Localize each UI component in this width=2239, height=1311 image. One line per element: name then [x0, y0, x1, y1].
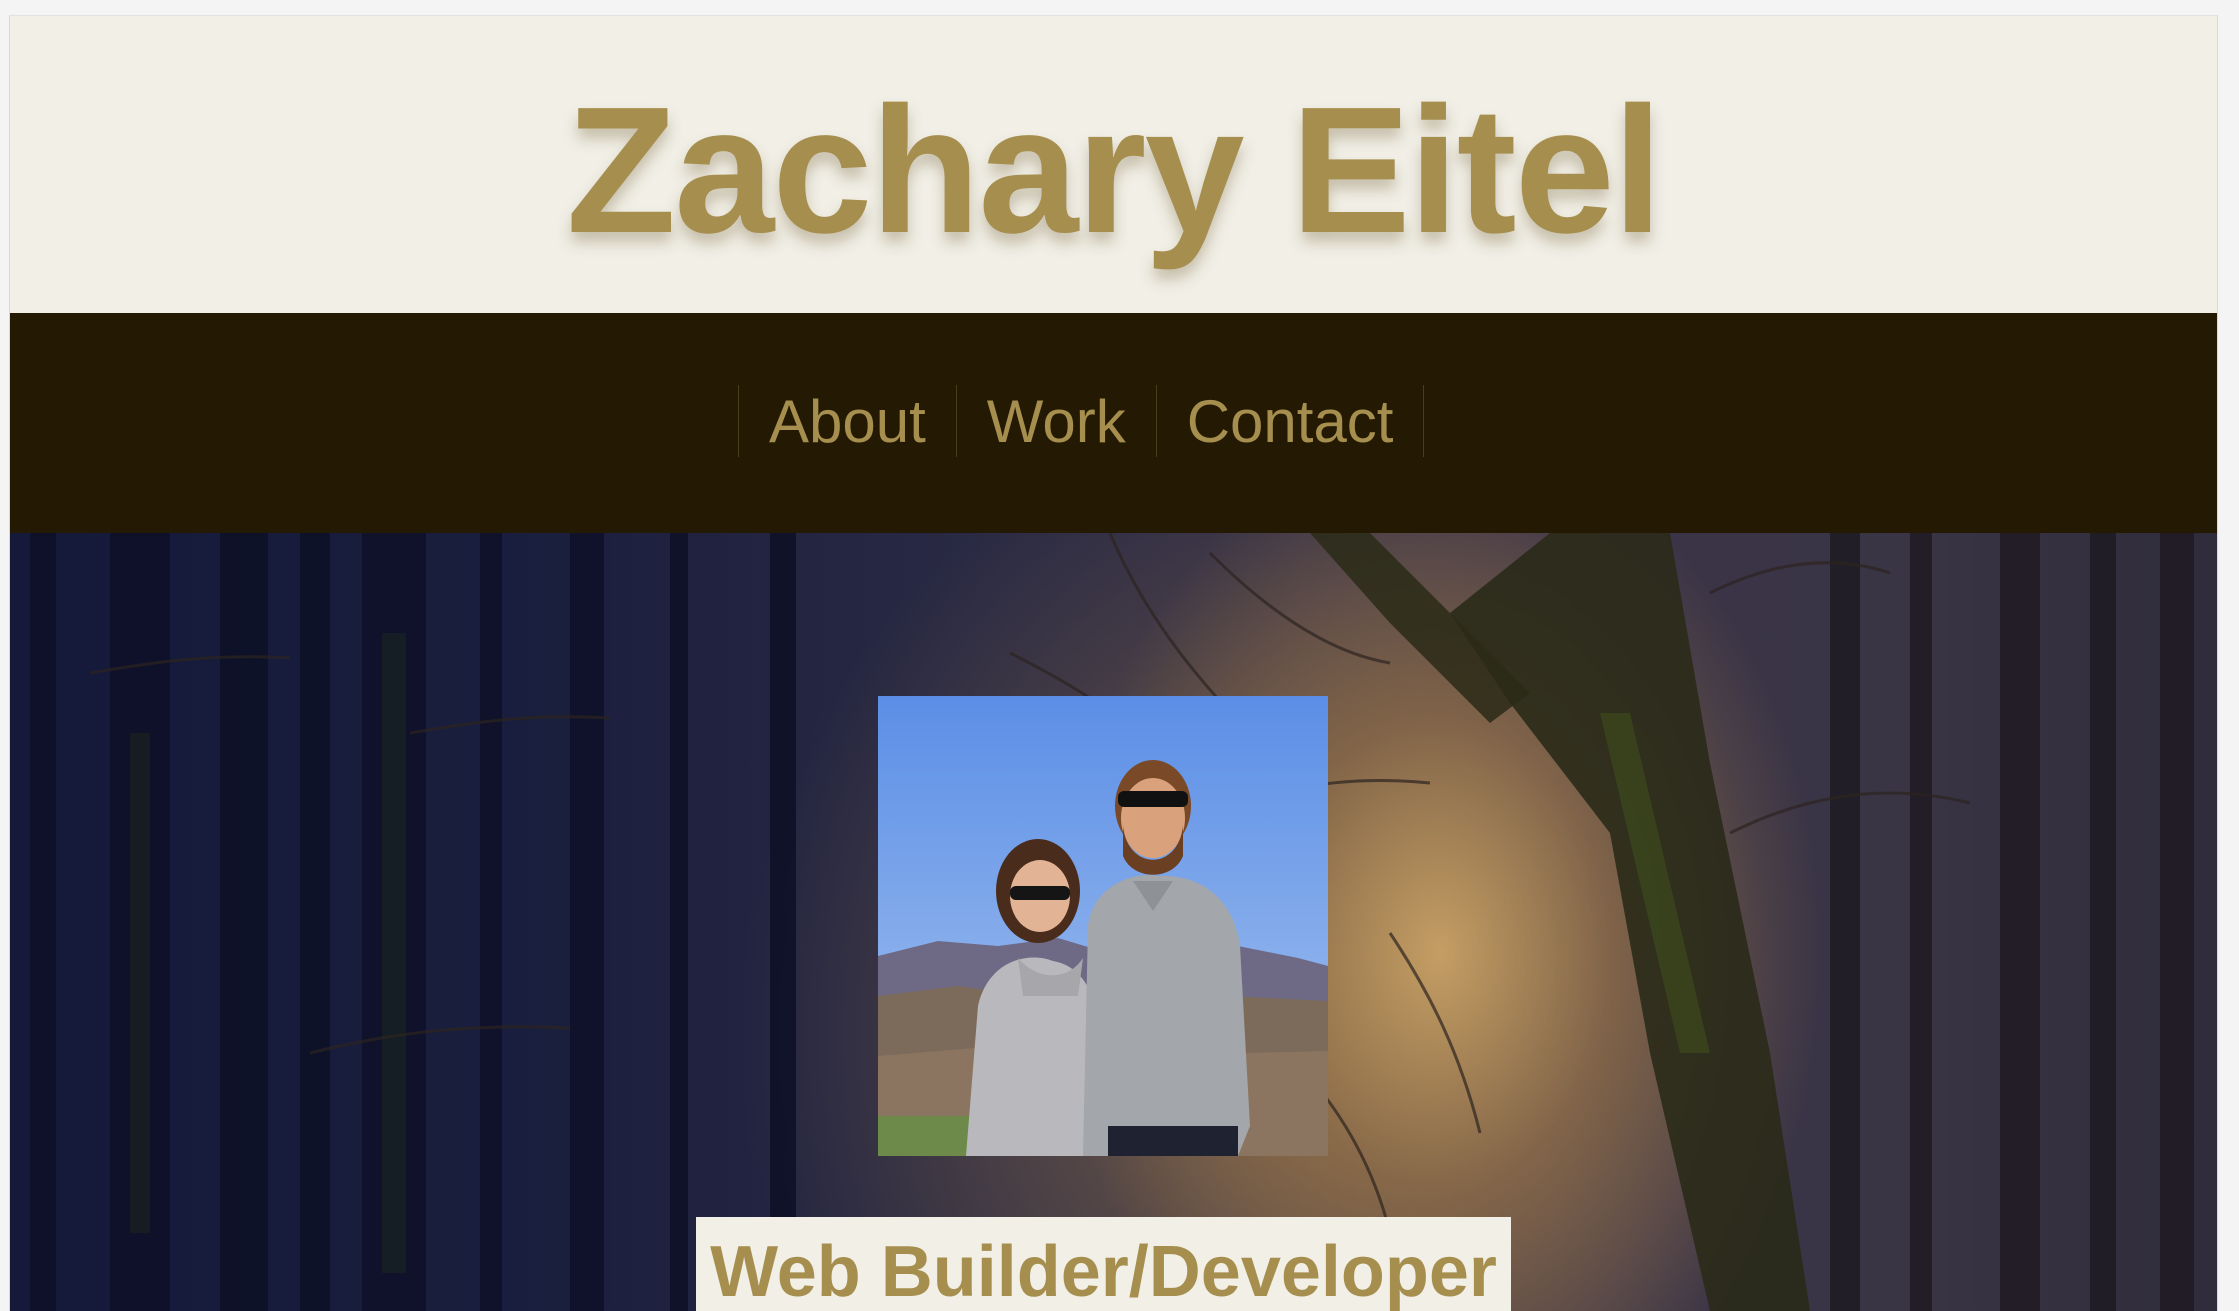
profile-photo: [878, 696, 1328, 1156]
nav-item-contact[interactable]: Contact: [1157, 385, 1425, 457]
main-nav: About Work Contact: [10, 313, 2217, 533]
site-title[interactable]: Zachary Eitel: [10, 71, 2217, 271]
nav-list: About Work Contact: [738, 385, 1425, 457]
hero-section: Web Builder/Developer: [10, 533, 2217, 1311]
tagline-box: Web Builder/Developer: [696, 1217, 1511, 1311]
page: Zachary Eitel About Work Contact Web Bui…: [9, 15, 2218, 1311]
couple-photo-image: [878, 696, 1328, 1156]
nav-item-work[interactable]: Work: [957, 385, 1157, 457]
nav-item-about[interactable]: About: [739, 385, 957, 457]
site-header: Zachary Eitel: [10, 16, 2217, 313]
tagline: Web Builder/Developer: [710, 1232, 1497, 1311]
